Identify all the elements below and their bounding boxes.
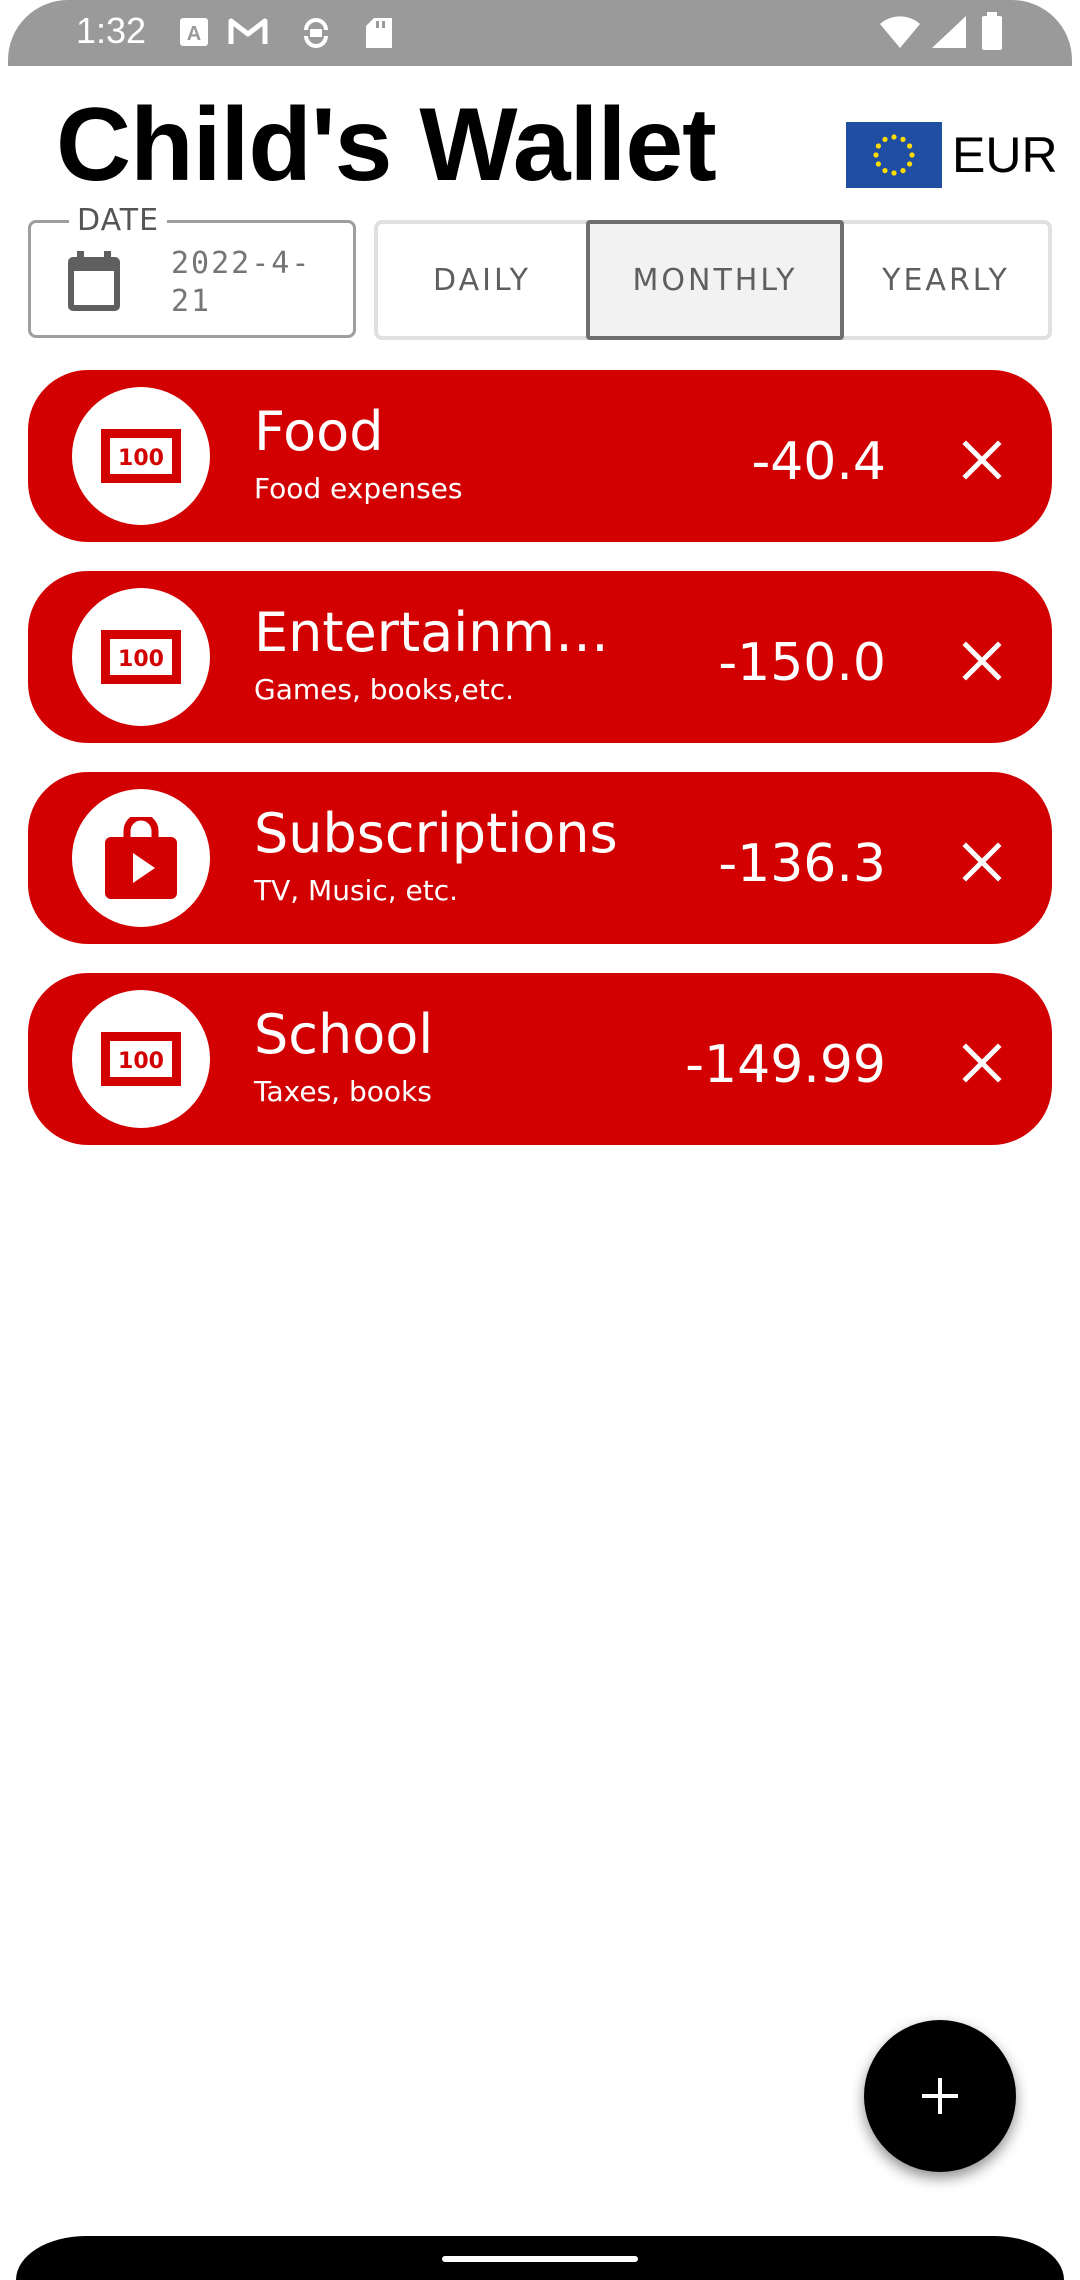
expense-icon-container: 100: [72, 588, 210, 726]
svg-text:100: 100: [118, 446, 164, 471]
status-bar: 1:32 A: [8, 0, 1072, 66]
period-yearly-button[interactable]: YEARLY: [844, 224, 1048, 336]
add-expense-button[interactable]: [864, 2020, 1016, 2172]
expense-icon-container: 100: [72, 387, 210, 525]
text-notification-icon: A: [180, 18, 208, 46]
expense-amount: -150.0: [718, 633, 886, 693]
eu-flag-icon: [846, 122, 942, 188]
sync-icon: [304, 18, 328, 48]
banknote-icon: 100: [101, 429, 181, 483]
period-monthly-button[interactable]: MONTHLY: [586, 220, 844, 340]
currency-selector[interactable]: EUR: [846, 122, 1058, 188]
expense-card-entertainment[interactable]: 100 Entertainment Games, books,etc. -150…: [28, 571, 1052, 743]
banknote-icon: 100: [101, 1032, 181, 1086]
svg-text:100: 100: [118, 1049, 164, 1074]
svg-text:100: 100: [118, 647, 164, 672]
expense-amount: -149.99: [685, 1035, 886, 1095]
currency-label: EUR: [952, 127, 1058, 183]
expense-description: TV, Music, etc.: [254, 874, 459, 907]
expense-card-food[interactable]: 100 Food Food expenses -40.4: [28, 370, 1052, 542]
expense-name: Food: [254, 400, 384, 463]
expense-description: Games, books,etc.: [254, 673, 514, 706]
app-title: Child's Wallet: [56, 87, 717, 203]
expense-card-school[interactable]: 100 School Taxes, books -149.99: [28, 973, 1052, 1145]
delete-expense-icon[interactable]: [956, 434, 1008, 486]
banknote-icon: 100: [101, 630, 181, 684]
expense-name: Entertainment: [254, 601, 634, 664]
cellular-signal-icon: [932, 16, 966, 48]
expense-amount: -136.3: [718, 834, 886, 894]
expense-description: Food expenses: [254, 472, 463, 505]
shopping-bag-play-icon: [105, 817, 177, 899]
expense-amount: -40.4: [751, 432, 886, 492]
plus-icon: [922, 2078, 958, 2114]
expense-name: School: [254, 1003, 434, 1066]
screen: 1:32 A Child's Wallet EUR DATE 2022-4-21…: [0, 0, 1080, 2280]
date-field-label: DATE: [69, 203, 168, 238]
sd-card-icon: [366, 18, 392, 48]
expense-name: Subscriptions: [254, 802, 618, 865]
navigation-bar: [16, 2236, 1064, 2280]
period-daily-button[interactable]: DAILY: [378, 224, 586, 336]
battery-icon: [982, 12, 1002, 50]
delete-expense-icon[interactable]: [956, 1037, 1008, 1089]
delete-expense-icon[interactable]: [956, 836, 1008, 888]
calendar-icon[interactable]: [65, 251, 123, 313]
home-indicator[interactable]: [442, 2256, 638, 2262]
delete-expense-icon[interactable]: [956, 635, 1008, 687]
expense-icon-container: 100: [72, 990, 210, 1128]
expense-description: Taxes, books: [254, 1075, 432, 1108]
status-time: 1:32: [76, 10, 147, 51]
date-picker-field[interactable]: DATE 2022-4-21: [28, 203, 356, 338]
wifi-icon: [880, 16, 920, 48]
gmail-icon: [228, 18, 268, 44]
expense-icon-container: [72, 789, 210, 927]
period-toggle-group: DAILY MONTHLY YEARLY: [374, 220, 1052, 340]
date-value: 2022-4-21: [171, 246, 312, 319]
expense-card-subscriptions[interactable]: Subscriptions TV, Music, etc. -136.3: [28, 772, 1052, 944]
svg-text:A: A: [187, 23, 201, 45]
